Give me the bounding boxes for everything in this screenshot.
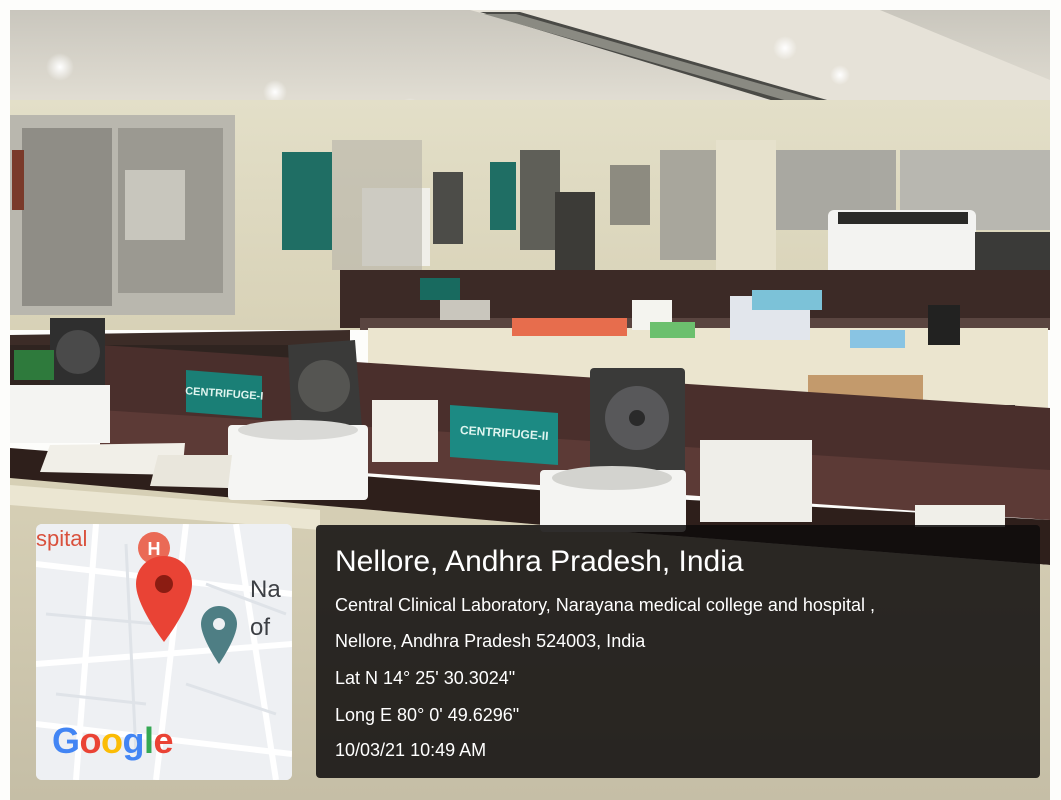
map-label-na: Na [250, 576, 281, 603]
svg-text:H: H [148, 539, 161, 559]
longitude-text: Long E 80° 0' 49.6296" [335, 705, 520, 725]
address-line-2: Nellore, Andhra Pradesh 524003, India [335, 631, 646, 651]
map-label-spital: spital [36, 526, 88, 551]
geotag-overlay: Nellore, Andhra Pradesh, India Central C… [316, 525, 1040, 778]
location-title: Nellore, Andhra Pradesh, India [335, 545, 744, 578]
map-thumbnail[interactable]: H spital Na of Google [36, 524, 292, 780]
datetime-text: 10/03/21 10:49 AM [335, 740, 487, 760]
google-logo: Google [52, 720, 174, 761]
map-label-of: of [250, 614, 271, 641]
centrifuge-1-sign: CENTRIFUGE-I [185, 370, 264, 418]
address-line-1: Central Clinical Laboratory, Narayana me… [335, 595, 875, 615]
latitude-text: Lat N 14° 25' 30.3024" [335, 668, 516, 688]
centrifuge-2-sign: CENTRIFUGE-II [450, 405, 558, 465]
